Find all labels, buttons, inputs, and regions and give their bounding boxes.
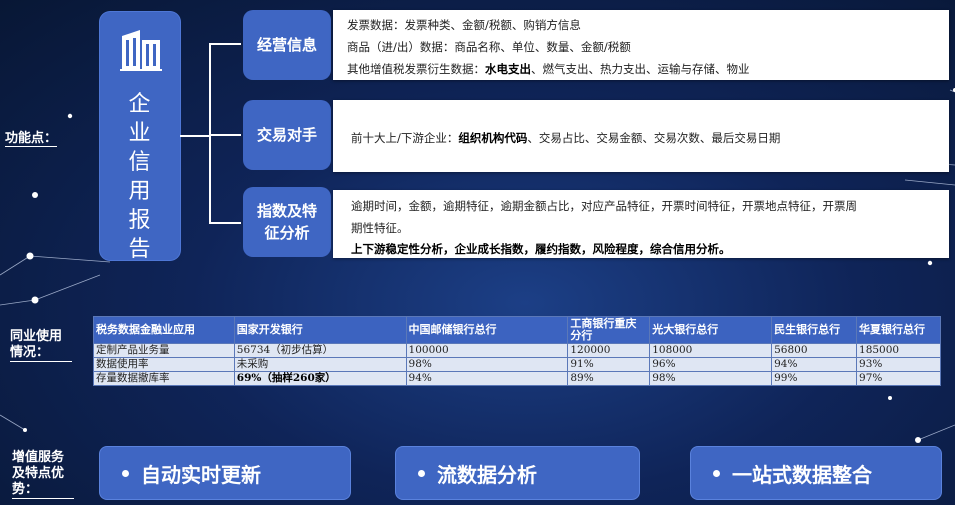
table-cell: 93% <box>856 357 941 372</box>
table-row: 数据使用率 未采购 98% 91% 96% 94% 93% <box>93 357 941 372</box>
value-added-label: 增值服务及特点优势： <box>12 450 74 499</box>
advantage-label: 自动实时更新 <box>141 462 261 487</box>
panel-text: 逾期时间，金额，逾期特征，逾期金额占比，对应产品特征，开票时间特征，开票地点特征… <box>351 199 857 213</box>
table-cell: 108000 <box>649 343 773 358</box>
panel-line: 逾期时间，金额，逾期特征，逾期金额占比，对应产品特征，开票时间特征，开票地点特征… <box>351 198 857 214</box>
table-cell: 94% <box>405 371 569 386</box>
panel-line: 期性特征。 <box>351 220 409 236</box>
features-label: 功能点： <box>5 131 58 147</box>
company-credit-report-card: 企业信用报告 <box>100 12 180 262</box>
category-label: 指数及特征分析 <box>256 202 317 242</box>
panel-line: 上下游稳定性分析，企业成长指数，履约指数，风险程度，综合信用分析。 <box>351 241 731 257</box>
table-header-cell: 国家开发银行 <box>233 316 407 344</box>
table-cell: 97% <box>856 371 941 386</box>
table-row: 定制产品业务量 56734（初步估算） 100000 120000 108000… <box>93 343 941 358</box>
panel-text: 期性特征。 <box>351 221 409 235</box>
panel-text: 、燃气支出、热力支出、运输与存储、物业 <box>531 62 750 76</box>
panel-index-analysis: 逾期时间，金额，逾期特征，逾期金额占比，对应产品特征，开票时间特征，开票地点特征… <box>333 190 949 258</box>
advantage-one-stop-integration: 一站式数据整合 <box>691 447 941 499</box>
table-header-cell: 中国邮储银行总行 <box>405 316 569 344</box>
panel-line: 其他增值税发票衍生数据：水电支出、燃气支出、热力支出、运输与存储、物业 <box>347 61 750 77</box>
advantage-stream-analysis: 流数据分析 <box>396 447 639 499</box>
table-header-cell: 华夏银行总行 <box>856 316 941 344</box>
category-label: 经营信息 <box>256 36 317 54</box>
advantage-label: 流数据分析 <box>437 462 537 487</box>
peer-usage-label: 同业使用情况： <box>10 329 72 362</box>
bullet-icon <box>418 469 425 477</box>
table-header-cell: 税务数据金融业应用 <box>93 316 235 344</box>
panel-line: 前十大上/下游企业：组织机构代码、交易占比、交易金额、交易次数、最后交易日期 <box>351 130 780 146</box>
connector-branch-2 <box>209 134 241 136</box>
table-cell: 89% <box>567 371 651 386</box>
peer-usage-table: 税务数据金融业应用 国家开发银行 中国邮储银行总行 工商银行重庆分行 光大银行总… <box>93 316 941 386</box>
category-operation-info: 经营信息 <box>243 10 331 80</box>
bullet-icon <box>122 469 129 477</box>
connector-branch-3 <box>209 222 241 224</box>
panel-text: 、交易占比、交易金额、交易次数、最后交易日期 <box>527 131 781 145</box>
table-cell: 96% <box>649 357 773 372</box>
table-cell: 未采购 <box>233 357 407 372</box>
panel-text: 前十大上/下游企业： <box>351 131 459 145</box>
connector-horizontal <box>180 135 210 137</box>
table-cell: 定制产品业务量 <box>93 343 235 358</box>
advantage-auto-update: 自动实时更新 <box>100 447 350 499</box>
highlight-text: 组织机构代码 <box>458 131 528 145</box>
table-cell: 56734（初步估算） <box>233 343 407 358</box>
table-header-cell: 光大银行总行 <box>649 316 773 344</box>
panel-text: 其他增值税发票衍生数据： <box>347 62 485 76</box>
table-cell: 100000 <box>405 343 569 358</box>
building-icon <box>120 30 162 71</box>
panel-counterparty: 前十大上/下游企业：组织机构代码、交易占比、交易金额、交易次数、最后交易日期 <box>333 100 949 172</box>
table-cell: 91% <box>567 357 651 372</box>
connector-vertical <box>209 43 211 223</box>
table-header-row: 税务数据金融业应用 国家开发银行 中国邮储银行总行 工商银行重庆分行 光大银行总… <box>93 316 941 344</box>
table-cell: 98% <box>405 357 569 372</box>
company-report-title: 企业信用报告 <box>128 92 152 262</box>
table-cell: 99% <box>771 371 858 386</box>
table-cell: 94% <box>771 357 858 372</box>
highlight-text: 水电支出 <box>485 62 531 76</box>
table-header-cell: 民生银行总行 <box>771 316 858 344</box>
bullet-icon <box>713 469 720 477</box>
table-cell: 120000 <box>567 343 651 358</box>
category-counterparty: 交易对手 <box>243 100 331 170</box>
panel-line: 发票数据：发票种类、金额/税额、购销方信息 <box>347 17 581 33</box>
category-label: 交易对手 <box>256 126 317 144</box>
table-cell: 56800 <box>771 343 858 358</box>
table-cell: 69%（抽样260家） <box>233 371 407 386</box>
panel-line: 商品（进/出）数据：商品名称、单位、数量、金额/税额 <box>347 39 631 55</box>
table-row: 存量数据撤库率 69%（抽样260家） 94% 89% 98% 99% 97% <box>93 371 941 386</box>
table-header-cell: 工商银行重庆分行 <box>567 316 651 344</box>
highlight-text: 上下游稳定性分析，企业成长指数，履约指数，风险程度，综合信用分析。 <box>351 242 731 256</box>
advantage-label: 一站式数据整合 <box>732 462 872 487</box>
table-cell: 数据使用率 <box>93 357 235 372</box>
connector-branch-1 <box>209 43 241 45</box>
table-cell: 存量数据撤库率 <box>93 371 235 386</box>
panel-operation-info: 发票数据：发票种类、金额/税额、购销方信息 商品（进/出）数据：商品名称、单位、… <box>333 10 949 80</box>
panel-text: 发票数据：发票种类、金额/税额、购销方信息 <box>347 18 581 32</box>
table-cell: 98% <box>649 371 773 386</box>
table-cell: 185000 <box>856 343 941 358</box>
panel-text: 商品（进/出）数据：商品名称、单位、数量、金额/税额 <box>347 40 631 54</box>
category-index-analysis: 指数及特征分析 <box>243 187 331 257</box>
